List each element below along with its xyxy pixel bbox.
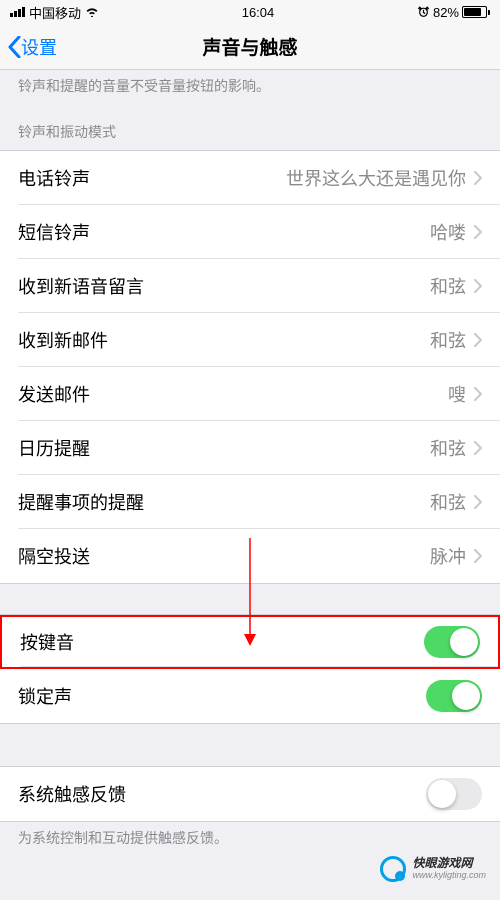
- row-lock-sound[interactable]: 锁定声: [0, 669, 500, 723]
- chevron-right-icon: [474, 225, 482, 239]
- cell-value: 哈喽: [430, 219, 466, 245]
- sound-row[interactable]: 短信铃声 哈喽: [0, 205, 500, 259]
- watermark-name: 快眼游戏网: [412, 857, 486, 870]
- status-bar: 中国移动 16:04 82%: [0, 0, 500, 24]
- sound-row[interactable]: 日历提醒 和弦: [0, 421, 500, 475]
- cell-label: 短信铃声: [18, 219, 90, 245]
- chevron-right-icon: [474, 279, 482, 293]
- sound-row[interactable]: 电话铃声 世界这么大还是遇见你: [0, 151, 500, 205]
- cell-value: 和弦: [430, 489, 466, 515]
- chevron-right-icon: [474, 171, 482, 185]
- row-haptic-feedback[interactable]: 系统触感反馈: [0, 767, 500, 821]
- row-keyclick-sound[interactable]: 按键音: [0, 615, 500, 669]
- cell-label: 电话铃声: [18, 165, 90, 191]
- sound-row[interactable]: 收到新邮件 和弦: [0, 313, 500, 367]
- cell-label: 隔空投送: [18, 543, 90, 569]
- cell-label: 收到新邮件: [18, 327, 108, 353]
- cell-value: 和弦: [430, 273, 466, 299]
- chevron-left-icon: [8, 36, 21, 58]
- cell-label: 日历提醒: [18, 435, 90, 461]
- sound-row[interactable]: 隔空投送 脉冲: [0, 529, 500, 583]
- clock: 16:04: [242, 5, 275, 20]
- carrier-label: 中国移动: [29, 3, 81, 22]
- sound-row[interactable]: 发送邮件 嗖: [0, 367, 500, 421]
- cell-label: 发送邮件: [18, 381, 90, 407]
- cell-value: 脉冲: [430, 543, 466, 569]
- watermark-logo-icon: [380, 856, 406, 882]
- cell-value: 和弦: [430, 435, 466, 461]
- cell-value: 世界这么大还是遇见你: [286, 165, 466, 191]
- cell-value: 嗖: [448, 381, 466, 407]
- battery-pct: 82%: [433, 5, 459, 20]
- chevron-right-icon: [474, 333, 482, 347]
- haptic-toggle[interactable]: [426, 778, 482, 810]
- chevron-right-icon: [474, 549, 482, 563]
- keyclick-toggle[interactable]: [424, 626, 480, 658]
- back-button[interactable]: 设置: [8, 34, 57, 60]
- cell-label: 提醒事项的提醒: [18, 489, 144, 515]
- chevron-right-icon: [474, 441, 482, 455]
- group-header-sounds: 铃声和振动模式: [0, 106, 500, 150]
- cell-label: 系统触感反馈: [18, 781, 126, 807]
- cell-label: 按键音: [20, 629, 74, 655]
- lock-toggle[interactable]: [426, 680, 482, 712]
- haptic-note: 为系统控制和互动提供触感反馈。: [0, 822, 500, 858]
- alarm-icon: [417, 6, 430, 19]
- sound-row[interactable]: 收到新语音留言 和弦: [0, 259, 500, 313]
- cell-label: 收到新语音留言: [18, 273, 144, 299]
- page-title: 声音与触感: [202, 33, 297, 60]
- cell-label: 锁定声: [18, 683, 72, 709]
- signal-icon: [10, 7, 25, 17]
- volume-note: 铃声和提醒的音量不受音量按钮的影响。: [0, 70, 500, 106]
- chevron-right-icon: [474, 495, 482, 509]
- wifi-icon: [85, 7, 99, 17]
- watermark: 快眼游戏网 www.kyligting.com: [380, 856, 486, 882]
- chevron-right-icon: [474, 387, 482, 401]
- cell-value: 和弦: [430, 327, 466, 353]
- battery-icon: [462, 6, 490, 18]
- sound-row[interactable]: 提醒事项的提醒 和弦: [0, 475, 500, 529]
- watermark-url: www.kyligting.com: [412, 871, 486, 881]
- nav-bar: 设置 声音与触感: [0, 24, 500, 70]
